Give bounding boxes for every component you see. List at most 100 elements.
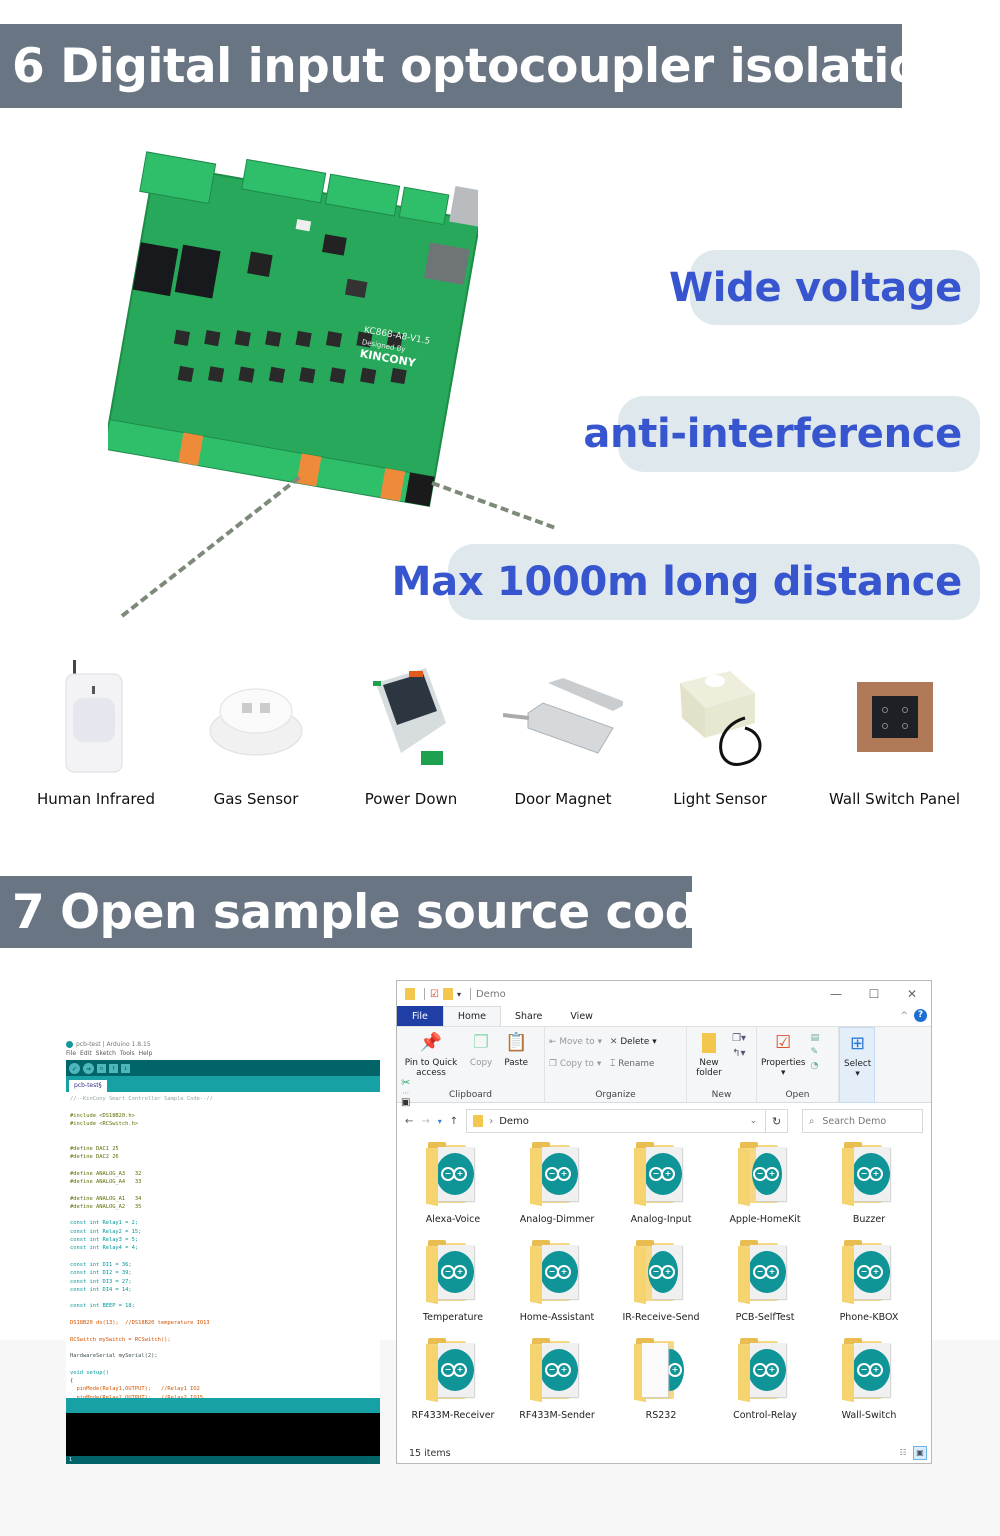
sensor-wall-switch: Wall Switch Panel bbox=[812, 655, 977, 808]
new-folder-button[interactable]: New folder bbox=[694, 1031, 724, 1078]
back-icon[interactable]: ← bbox=[405, 1116, 413, 1127]
search-input[interactable]: ⌕ Search Demo bbox=[802, 1109, 923, 1133]
menu-edit[interactable]: Edit bbox=[80, 1050, 92, 1060]
file-item[interactable]: − + RF433M-Receiver bbox=[401, 1338, 505, 1423]
address-dropdown-icon[interactable]: ⌄ bbox=[750, 1116, 758, 1126]
power-down-module-icon bbox=[331, 655, 491, 780]
group-label: Organize bbox=[595, 1090, 636, 1100]
new-folder-quick-icon[interactable] bbox=[442, 988, 453, 1000]
select-button[interactable]: ⊞ Select ▾ bbox=[844, 1032, 871, 1080]
ribbon-group-select: ⊞ Select ▾ bbox=[839, 1027, 875, 1103]
save-sketch-icon[interactable]: ↓ bbox=[121, 1063, 130, 1073]
file-item[interactable]: − + Control-Relay bbox=[713, 1338, 817, 1423]
ribbon-group-open: ☑ Properties ▾ ▤ ✎ ◔ Open bbox=[757, 1027, 839, 1103]
sensor-label: Human Infrared bbox=[36, 790, 156, 808]
copy-to-button[interactable]: ❐ Copy to ▾ bbox=[549, 1053, 602, 1075]
history-icon[interactable]: ◔ bbox=[811, 1061, 820, 1071]
code-line: //--KinCony Smart Controller Sample Code… bbox=[70, 1096, 213, 1102]
help-icon[interactable]: ? bbox=[914, 1009, 927, 1022]
edit-icon[interactable]: ✎ bbox=[811, 1047, 820, 1057]
code-line: #define ANALOG_A4 33 bbox=[70, 1178, 142, 1185]
file-item[interactable]: − + Wall-Switch bbox=[817, 1338, 921, 1423]
file-item[interactable]: − + PCB-SelfTest bbox=[713, 1240, 817, 1325]
file-item[interactable]: − + IR-Receive-Send bbox=[609, 1240, 713, 1325]
section-7-title-banner: 7 Open sample source code bbox=[0, 876, 730, 948]
file-grid: − + Alexa-Voice − + Analog-Dimmer − + Analog-Inp… bbox=[397, 1142, 931, 1423]
close-icon[interactable]: ✕ bbox=[893, 981, 931, 1007]
ribbon-group-new: New folder ❐▾ ↰▾ New bbox=[687, 1027, 757, 1103]
new-item-icon[interactable]: ❐▾ bbox=[732, 1033, 746, 1044]
file-item[interactable]: − + Buzzer bbox=[817, 1142, 921, 1227]
feature-wide-voltage: Wide voltage bbox=[669, 250, 980, 325]
properties-icon: ☑ bbox=[775, 1032, 792, 1053]
minimize-icon[interactable]: — bbox=[817, 981, 855, 1007]
file-item[interactable]: − + RF433M-Sender bbox=[505, 1338, 609, 1423]
tab-home[interactable]: Home bbox=[442, 1006, 501, 1026]
sketch-tab[interactable]: pcb-test§ bbox=[69, 1080, 107, 1092]
file-item[interactable]: − + Home-Assistant bbox=[505, 1240, 609, 1325]
customize-quick-access-icon[interactable]: ▾ bbox=[457, 990, 461, 999]
folder-icon bbox=[473, 1115, 484, 1127]
folder-icon bbox=[405, 988, 415, 1000]
delete-button[interactable]: ✕ Delete ▾ bbox=[610, 1031, 657, 1053]
file-item[interactable]: −+ RS232 bbox=[609, 1338, 713, 1423]
tab-share[interactable]: Share bbox=[501, 1006, 556, 1026]
large-icons-view-icon[interactable]: ▣ bbox=[913, 1446, 927, 1460]
code-editor[interactable]: //--KinCony Smart Controller Sample Code… bbox=[66, 1092, 380, 1398]
forward-icon[interactable]: → bbox=[421, 1116, 429, 1127]
tab-file[interactable]: File bbox=[397, 1006, 443, 1026]
address-bar[interactable]: › Demo ⌄ bbox=[466, 1109, 767, 1133]
arduino-window-title: pcb-test | Arduino 1.8.15 bbox=[76, 1040, 151, 1048]
file-item[interactable]: − + Temperature bbox=[401, 1240, 505, 1325]
feature-label: Max 1000m long distance bbox=[391, 559, 963, 605]
properties-quick-icon[interactable]: ☑ bbox=[430, 989, 439, 1000]
file-name: IR-Receive-Send bbox=[622, 1312, 700, 1323]
search-icon: ⌕ bbox=[809, 1115, 815, 1127]
details-view-icon[interactable]: ☷ bbox=[896, 1446, 910, 1460]
menu-sketch[interactable]: Sketch bbox=[96, 1050, 116, 1060]
breadcrumb-demo[interactable]: Demo bbox=[499, 1116, 529, 1127]
scissors-icon[interactable]: ✂ bbox=[401, 1077, 410, 1088]
easy-access-icon[interactable]: ↰▾ bbox=[732, 1048, 746, 1059]
recent-locations-icon[interactable]: ▾ bbox=[438, 1117, 442, 1126]
file-name: Analog-Input bbox=[630, 1214, 692, 1225]
ribbon: 📌 Pin to Quick access ❐ Copy 📋 Paste ✂ ⋯ ▣ Cl… bbox=[397, 1027, 931, 1108]
wall-switch-icon bbox=[812, 655, 977, 780]
file-item[interactable]: − + Analog-Input bbox=[609, 1142, 713, 1227]
tab-view[interactable]: View bbox=[556, 1006, 607, 1026]
sensor-light: Light Sensor bbox=[640, 655, 800, 808]
menu-help[interactable]: Help bbox=[139, 1050, 153, 1060]
pin-to-quick-access-button[interactable]: 📌 Pin to Quick access bbox=[404, 1031, 458, 1079]
verify-icon[interactable]: ✓ bbox=[69, 1062, 80, 1074]
new-sketch-icon[interactable]: ▫ bbox=[97, 1063, 106, 1073]
feature-long-distance: Max 1000m long distance bbox=[392, 544, 980, 620]
move-to-button[interactable]: ⇤ Move to ▾ bbox=[549, 1031, 602, 1053]
file-item[interactable]: − + Alexa-Voice bbox=[401, 1142, 505, 1227]
collapse-ribbon-icon[interactable]: ^ bbox=[900, 1011, 908, 1021]
arduino-folder-icon: −+ bbox=[840, 1142, 898, 1209]
paste-button[interactable]: 📋 Paste bbox=[504, 1031, 528, 1069]
file-item[interactable]: − + Apple-HomeKit bbox=[713, 1142, 817, 1227]
file-item[interactable]: − + Analog-Dimmer bbox=[505, 1142, 609, 1227]
menu-tools[interactable]: Tools bbox=[120, 1050, 135, 1060]
open-sketch-icon[interactable]: ↑ bbox=[109, 1063, 118, 1073]
file-item[interactable]: − + Phone-KBOX bbox=[817, 1240, 921, 1325]
maximize-icon[interactable]: ☐ bbox=[855, 981, 893, 1007]
copy-button[interactable]: ❐ Copy bbox=[469, 1031, 493, 1069]
rename-button[interactable]: ⌶ Rename bbox=[610, 1053, 657, 1075]
upload-icon[interactable]: → bbox=[83, 1062, 94, 1074]
group-label: Clipboard bbox=[449, 1090, 492, 1100]
open-icon[interactable]: ▤ bbox=[811, 1033, 820, 1043]
menu-file[interactable]: File bbox=[66, 1050, 76, 1060]
arduino-ide-window: pcb-test | Arduino 1.8.15 File Edit Sket… bbox=[66, 1038, 380, 1464]
arduino-folder-icon: −+ bbox=[840, 1338, 898, 1405]
properties-button[interactable]: ☑ Properties ▾ bbox=[761, 1031, 805, 1079]
sensor-label: Wall Switch Panel bbox=[829, 790, 960, 808]
up-icon[interactable]: ↑ bbox=[450, 1116, 458, 1127]
code-line: #define ANALOG_A1 34 bbox=[70, 1195, 142, 1202]
refresh-button[interactable]: ↻ bbox=[766, 1109, 788, 1133]
